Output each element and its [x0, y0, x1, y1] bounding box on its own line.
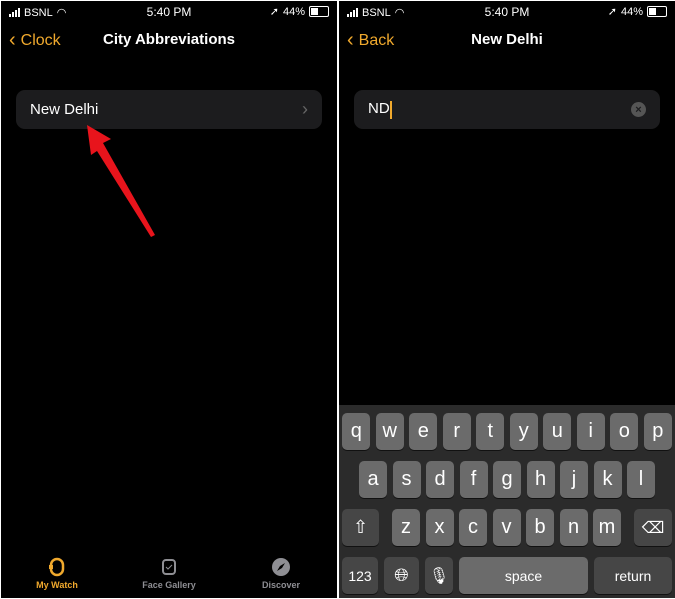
- key-f[interactable]: f: [459, 461, 488, 498]
- backspace-icon: ⌫: [641, 519, 665, 537]
- battery-icon: [309, 6, 329, 17]
- tab-label: My Watch: [36, 580, 78, 590]
- space-key[interactable]: space: [459, 557, 588, 594]
- tab-discover[interactable]: Discover: [236, 548, 326, 598]
- tab-face-gallery[interactable]: Face Gallery: [124, 548, 214, 598]
- key-l[interactable]: l: [627, 461, 655, 498]
- back-button[interactable]: ‹ Clock: [9, 29, 61, 52]
- chevron-left-icon: ‹: [347, 29, 354, 51]
- key-p[interactable]: p: [643, 413, 672, 450]
- battery-percent: 44%: [620, 5, 643, 18]
- key-s[interactable]: s: [392, 461, 421, 498]
- city-row-new-delhi[interactable]: New Delhi ›: [16, 90, 322, 129]
- watch-face-icon: [162, 559, 176, 575]
- numbers-key[interactable]: 123: [342, 557, 378, 594]
- key-c[interactable]: c: [459, 509, 487, 546]
- globe-key[interactable]: 🌐︎: [384, 557, 419, 594]
- clear-icon[interactable]: ×: [631, 102, 646, 117]
- key-d[interactable]: d: [426, 461, 454, 498]
- key-m[interactable]: m: [593, 509, 621, 546]
- key-i[interactable]: i: [576, 413, 605, 450]
- microphone-icon: 🎙︎: [428, 567, 450, 585]
- status-bar: BSNL ◠ 5:40 PM ➚ 44%: [1, 1, 337, 23]
- key-j[interactable]: j: [560, 461, 588, 498]
- tab-my-watch[interactable]: My Watch: [12, 548, 102, 598]
- key-q[interactable]: q: [342, 413, 371, 450]
- city-label: New Delhi: [30, 101, 99, 118]
- key-a[interactable]: a: [359, 461, 387, 498]
- back-button[interactable]: ‹ Back: [347, 29, 394, 52]
- location-icon: ➚: [269, 6, 279, 18]
- left-screen: BSNL ◠ 5:40 PM ➚ 44% ‹ Clock City Abbreviat…: [1, 1, 337, 598]
- chevron-right-icon: ›: [302, 99, 308, 119]
- keyboard: qwertyuiop asdfghjkl ⇧ z x c v b n m ⌫ 123 🌐︎ 🎙︎…: [339, 405, 675, 598]
- key-x[interactable]: x: [425, 509, 454, 546]
- tab-label: Face Gallery: [142, 580, 196, 590]
- globe-icon: 🌐︎: [394, 565, 409, 585]
- annotation-arrow: [87, 125, 155, 237]
- battery-percent: 44%: [282, 5, 305, 18]
- key-w[interactable]: w: [375, 413, 404, 450]
- key-h[interactable]: h: [526, 461, 555, 498]
- battery-icon: [647, 6, 667, 17]
- key-z[interactable]: z: [392, 509, 420, 546]
- key-b[interactable]: b: [526, 509, 554, 546]
- tab-label: Discover: [261, 580, 301, 590]
- key-k[interactable]: k: [593, 461, 622, 498]
- key-g[interactable]: g: [493, 461, 521, 498]
- tab-bar: My Watch Face Gallery Discover: [1, 548, 337, 598]
- shift-key[interactable]: ⇧: [342, 509, 379, 546]
- status-bar: BSNL ◠ 5:40 PM ➚ 44%: [339, 1, 675, 23]
- key-v[interactable]: v: [492, 509, 521, 546]
- input-value: ND: [368, 100, 390, 118]
- location-icon: ➚: [607, 6, 617, 18]
- text-cursor: [389, 100, 392, 119]
- chevron-left-icon: ‹: [9, 29, 16, 51]
- key-r[interactable]: r: [442, 413, 471, 450]
- key-u[interactable]: u: [543, 413, 572, 450]
- back-label: Clock: [20, 31, 61, 49]
- compass-icon: [272, 558, 290, 576]
- key-e[interactable]: e: [409, 413, 438, 450]
- key-n[interactable]: n: [559, 509, 588, 546]
- return-key[interactable]: return: [594, 557, 672, 594]
- key-o[interactable]: o: [610, 413, 639, 450]
- dictation-key[interactable]: 🎙︎: [425, 557, 453, 594]
- key-t[interactable]: t: [476, 413, 505, 450]
- key-y[interactable]: y: [509, 413, 538, 450]
- right-screen: BSNL ◠ 5:40 PM ➚ 44% ‹ Back New Delhi ND × q…: [339, 1, 675, 598]
- shift-icon: ⇧: [352, 517, 369, 537]
- back-label: Back: [358, 31, 395, 49]
- abbreviation-input[interactable]: ND ×: [354, 90, 660, 129]
- delete-key[interactable]: ⌫: [634, 509, 672, 546]
- watch-icon: [49, 557, 65, 577]
